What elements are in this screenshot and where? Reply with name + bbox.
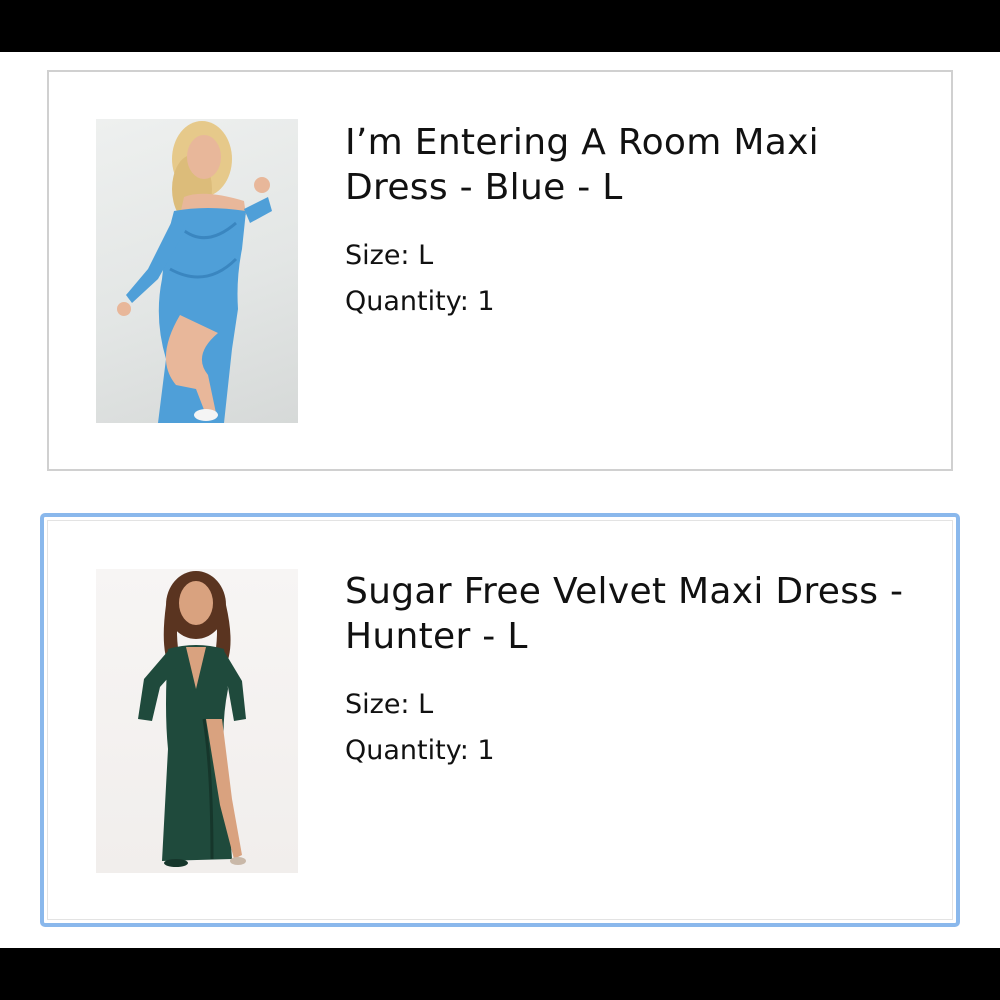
order-item-card-selected[interactable]: Sugar Free Velvet Maxi Dress - Hunter - …	[40, 513, 960, 927]
product-size: Size: L	[345, 689, 434, 720]
order-item-info: Sugar Free Velvet Maxi Dress - Hunter - …	[345, 569, 905, 774]
product-title[interactable]: I’m Entering A Room Maxi Dress - Blue - …	[345, 120, 905, 210]
order-item-card[interactable]: I’m Entering A Room Maxi Dress - Blue - …	[47, 70, 953, 471]
product-photo-blue-dress-icon	[117, 121, 272, 423]
product-image[interactable]	[96, 569, 298, 873]
product-size: Size: L	[345, 240, 434, 271]
product-quantity: Quantity: 1	[345, 735, 495, 766]
product-photo-green-velvet-dress-icon	[138, 571, 246, 867]
order-items-screen: I’m Entering A Room Maxi Dress - Blue - …	[0, 52, 1000, 948]
product-title[interactable]: Sugar Free Velvet Maxi Dress - Hunter - …	[345, 569, 905, 659]
order-item-info: I’m Entering A Room Maxi Dress - Blue - …	[345, 120, 905, 325]
product-image[interactable]	[96, 119, 298, 423]
product-quantity: Quantity: 1	[345, 286, 495, 317]
